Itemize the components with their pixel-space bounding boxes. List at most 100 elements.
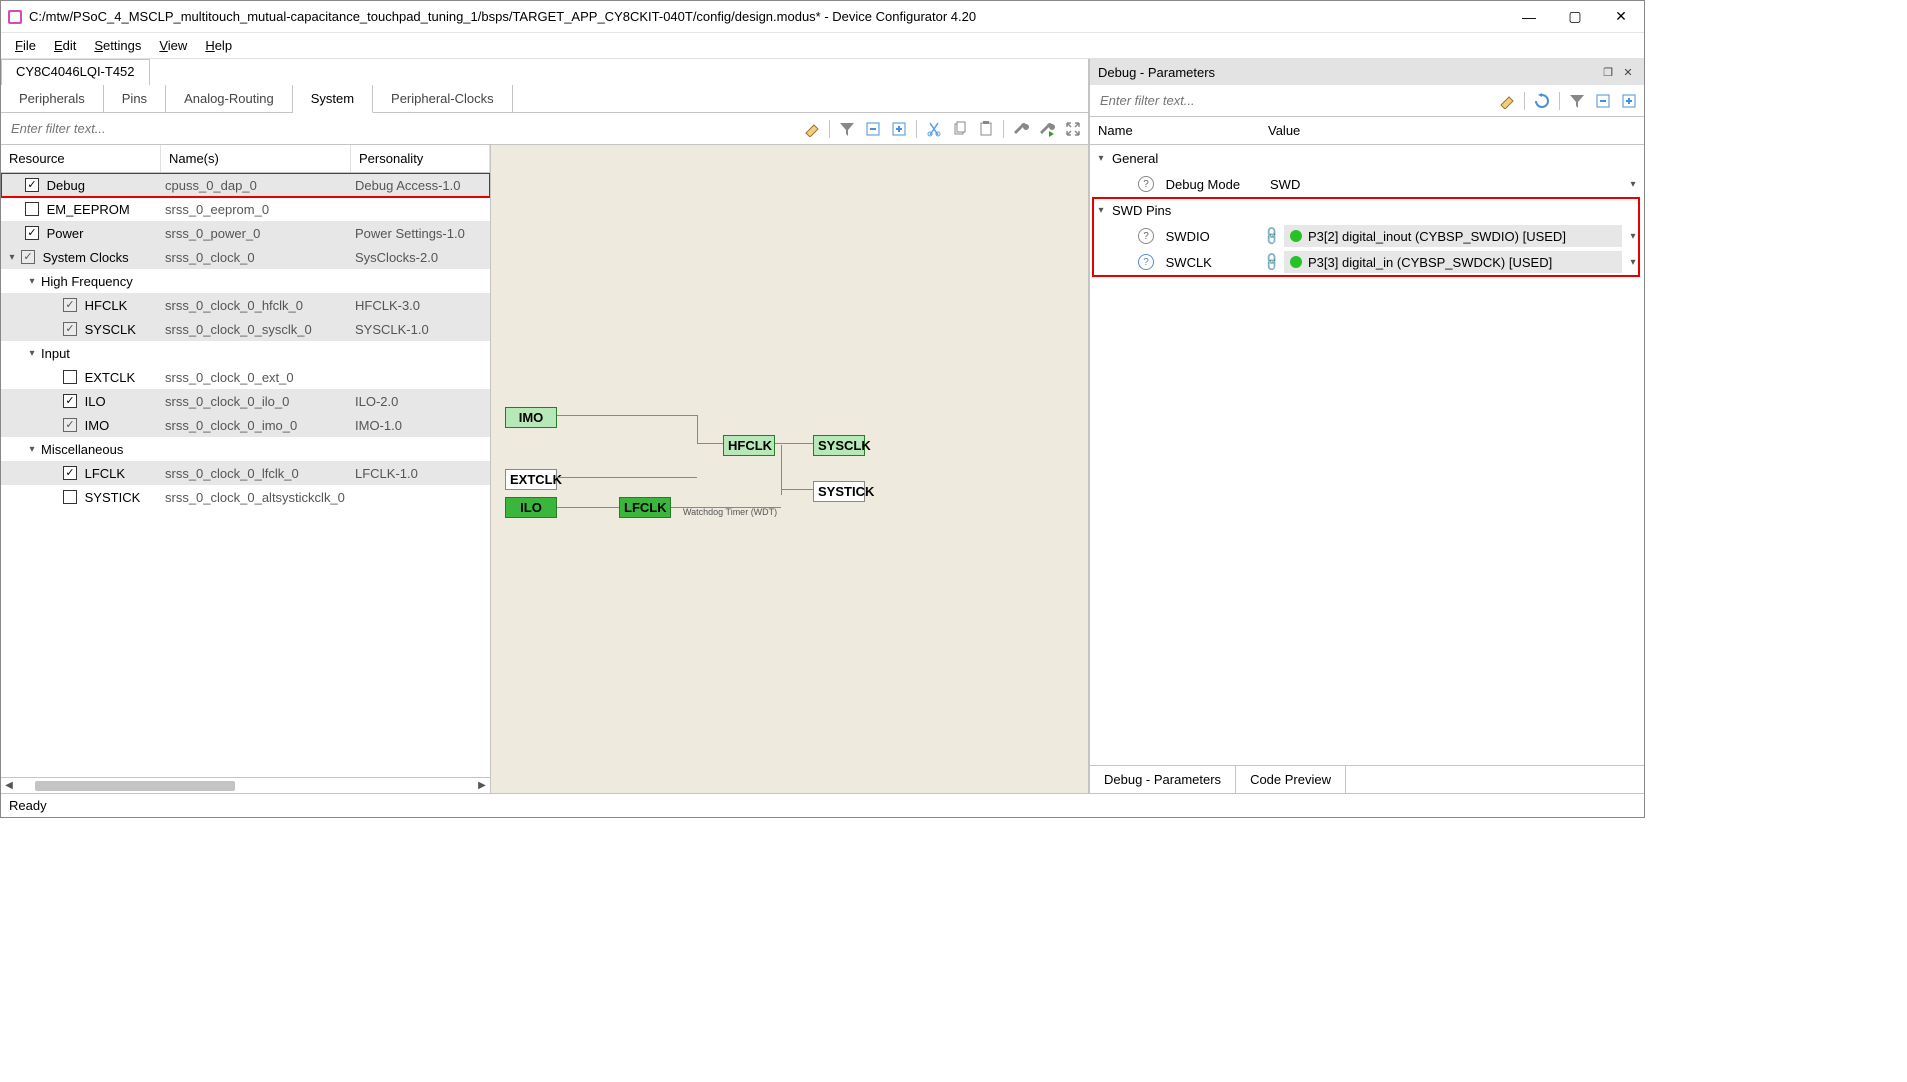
resource-tree[interactable]: Debug cpuss_0_dap_0 Debug Access-1.0 EM_… (1, 173, 490, 777)
menu-edit[interactable]: Edit (46, 36, 84, 55)
filter-icon[interactable] (836, 118, 858, 140)
menu-view[interactable]: View (151, 36, 195, 55)
block-extclk[interactable]: EXTCLK (505, 469, 557, 490)
param-col-value[interactable]: Value (1260, 117, 1644, 144)
link-icon[interactable]: 🔗 (1261, 225, 1284, 248)
tree-row-system-clocks[interactable]: ▾ System Clocks srss_0_clock_0 SysClocks… (1, 245, 490, 269)
help-icon[interactable]: ? (1138, 176, 1154, 192)
restore-icon[interactable]: ❐ (1600, 64, 1616, 80)
tab-peripheral-clocks[interactable]: Peripheral-Clocks (373, 85, 513, 112)
param-tree[interactable]: ▾General ? Debug Mode SWD▾ ▾SWD Pins ? S… (1090, 145, 1644, 765)
locked-checkbox-icon (63, 298, 77, 312)
block-sysclk[interactable]: SYSCLK (813, 435, 865, 456)
tree-row-lfclk[interactable]: LFCLK srss_0_clock_0_lfclk_0 LFCLK-1.0 (1, 461, 490, 485)
block-hfclk[interactable]: HFCLK (723, 435, 775, 456)
close-button[interactable]: ✕ (1598, 1, 1644, 33)
expand-arrows-icon[interactable] (1062, 118, 1084, 140)
close-panel-icon[interactable]: ✕ (1620, 64, 1636, 80)
filter-icon[interactable] (1566, 90, 1588, 112)
right-pane: Debug - Parameters ❐ ✕ Name Value ▾ (1089, 59, 1644, 793)
tree-row-extclk[interactable]: EXTCLK srss_0_clock_0_ext_0 (1, 365, 490, 389)
tab-pins[interactable]: Pins (104, 85, 166, 112)
maximize-button[interactable]: ▢ (1552, 1, 1598, 33)
link-icon[interactable]: 🔗 (1261, 251, 1284, 274)
tree-row-em-eeprom[interactable]: EM_EEPROM srss_0_eeprom_0 (1, 197, 490, 221)
tree-row-power[interactable]: Power srss_0_power_0 Power Settings-1.0 (1, 221, 490, 245)
chevron-down-icon[interactable]: ▾ (25, 442, 39, 456)
app-window: C:/mtw/PSoC_4_MSCLP_multitouch_mutual-ca… (0, 0, 1645, 818)
cut-icon[interactable] (923, 118, 945, 140)
minimize-button[interactable]: ― (1506, 1, 1552, 33)
tree-row-imo[interactable]: IMO srss_0_clock_0_imo_0 IMO-1.0 (1, 413, 490, 437)
tab-peripherals[interactable]: Peripherals (1, 85, 104, 112)
btab-code-preview[interactable]: Code Preview (1236, 766, 1346, 793)
right-filter-input[interactable] (1094, 89, 1492, 112)
swclk-value-field[interactable]: P3[3] digital_in (CYBSP_SWDCK) [USED] (1284, 251, 1622, 273)
tree-row-high-frequency[interactable]: ▾High Frequency (1, 269, 490, 293)
device-tab[interactable]: CY8C4046LQI-T452 (1, 59, 150, 85)
param-group-swd-pins[interactable]: ▾SWD Pins (1090, 197, 1644, 223)
wrench-icon[interactable] (1010, 118, 1032, 140)
tab-system[interactable]: System (293, 85, 373, 113)
left-filter-input[interactable] (5, 117, 797, 140)
tab-analog-routing[interactable]: Analog-Routing (166, 85, 293, 112)
param-swclk[interactable]: ? SWCLK 🔗 P3[3] digital_in (CYBSP_SWDCK)… (1090, 249, 1644, 275)
block-lfclk[interactable]: LFCLK (619, 497, 671, 518)
wrench-play-icon[interactable] (1036, 118, 1058, 140)
btab-debug-parameters[interactable]: Debug - Parameters (1090, 766, 1236, 793)
tree-row-input[interactable]: ▾Input (1, 341, 490, 365)
collapse-all-icon[interactable] (1592, 90, 1614, 112)
checkbox-icon[interactable] (25, 226, 39, 240)
block-systick[interactable]: SYSTICK (813, 481, 865, 502)
param-debug-mode[interactable]: ? Debug Mode SWD▾ (1090, 171, 1644, 197)
menu-help[interactable]: Help (197, 36, 240, 55)
checkbox-icon[interactable] (25, 202, 39, 216)
checkbox-icon[interactable] (63, 466, 77, 480)
swdio-value-field[interactable]: P3[2] digital_inout (CYBSP_SWDIO) [USED] (1284, 225, 1622, 247)
tree-col-names[interactable]: Name(s) (161, 145, 351, 172)
paste-icon[interactable] (975, 118, 997, 140)
right-toolbar (1090, 85, 1644, 117)
checkbox-icon[interactable] (63, 394, 77, 408)
tree-row-systick[interactable]: SYSTICK srss_0_clock_0_altsystickclk_0 (1, 485, 490, 509)
tree-row-sysclk[interactable]: SYSCLK srss_0_clock_0_sysclk_0 SYSCLK-1.… (1, 317, 490, 341)
block-imo[interactable]: IMO (505, 407, 557, 428)
param-swdio[interactable]: ? SWDIO 🔗 P3[2] digital_inout (CYBSP_SWD… (1090, 223, 1644, 249)
refresh-icon[interactable] (1531, 90, 1553, 112)
chevron-down-icon: ▾ (1626, 179, 1640, 190)
right-pane-title: Debug - Parameters ❐ ✕ (1090, 59, 1644, 85)
tree-col-resource[interactable]: Resource (1, 145, 161, 172)
locked-checkbox-icon (21, 250, 35, 264)
status-bar: Ready (1, 793, 1644, 817)
checkbox-icon[interactable] (63, 490, 77, 504)
block-ilo[interactable]: ILO (505, 497, 557, 518)
checkbox-icon[interactable] (25, 178, 39, 192)
eraser-icon[interactable] (801, 118, 823, 140)
menu-file[interactable]: File (7, 36, 44, 55)
chevron-down-icon[interactable]: ▾ (25, 274, 39, 288)
tree-row-hfclk[interactable]: HFCLK srss_0_clock_0_hfclk_0 HFCLK-3.0 (1, 293, 490, 317)
help-icon[interactable]: ? (1138, 228, 1154, 244)
collapse-all-icon[interactable] (862, 118, 884, 140)
tree-hscrollbar[interactable]: ◀ ▶ (1, 777, 490, 793)
expand-all-icon[interactable] (888, 118, 910, 140)
tree-row-ilo[interactable]: ILO srss_0_clock_0_ilo_0 ILO-2.0 (1, 389, 490, 413)
tree-col-personality[interactable]: Personality (351, 145, 490, 172)
device-tab-strip: CY8C4046LQI-T452 (1, 59, 1088, 85)
param-group-general[interactable]: ▾General (1090, 145, 1644, 171)
help-icon[interactable]: ? (1138, 254, 1154, 270)
menu-settings[interactable]: Settings (86, 36, 149, 55)
chevron-down-icon[interactable]: ▾ (25, 346, 39, 360)
clock-diagram-canvas[interactable]: IMO HFCLK SYSCLK EXTCLK ILO LFCLK SYSTIC… (491, 145, 1088, 793)
param-col-name[interactable]: Name (1090, 117, 1260, 144)
checkbox-icon[interactable] (63, 370, 77, 384)
expand-all-icon[interactable] (1618, 90, 1640, 112)
chevron-down-icon[interactable]: ▾ (5, 250, 19, 264)
tree-row-debug[interactable]: Debug cpuss_0_dap_0 Debug Access-1.0 (1, 173, 490, 197)
param-header: Name Value (1090, 117, 1644, 145)
copy-icon[interactable] (949, 118, 971, 140)
tree-row-miscellaneous[interactable]: ▾Miscellaneous (1, 437, 490, 461)
app-icon (7, 9, 23, 25)
eraser-icon[interactable] (1496, 90, 1518, 112)
debug-mode-value[interactable]: SWD (1264, 173, 1622, 195)
